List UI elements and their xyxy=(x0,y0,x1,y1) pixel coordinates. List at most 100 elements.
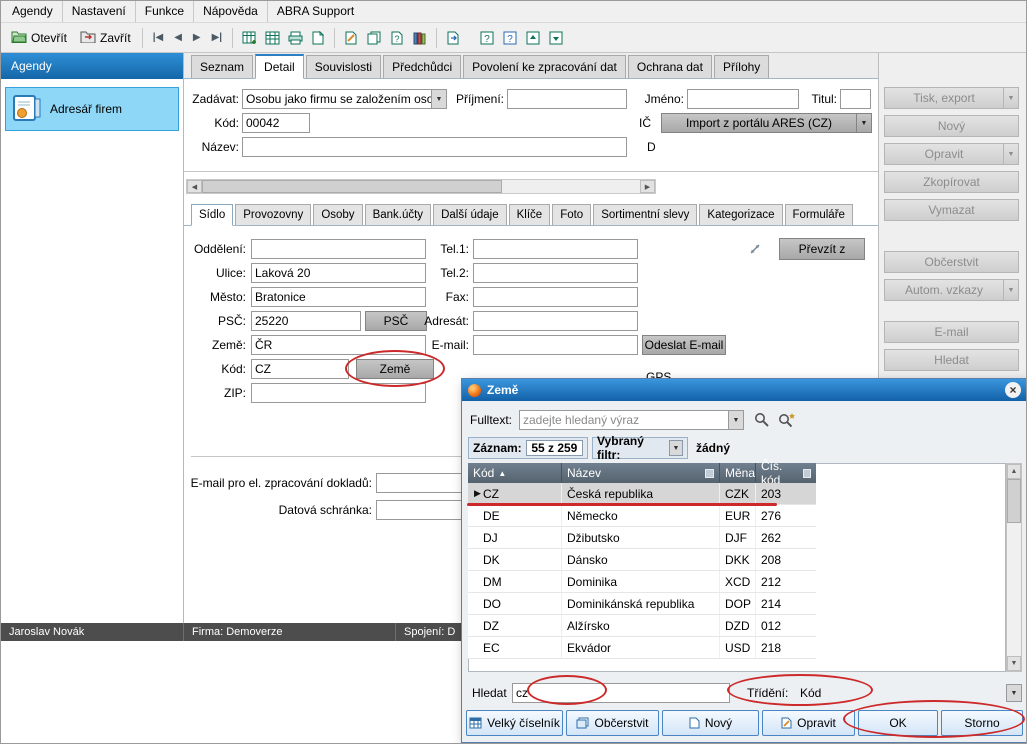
adresat-input[interactable] xyxy=(473,311,638,331)
zeme-kod-input[interactable] xyxy=(251,359,349,379)
scroll-left-icon[interactable]: ◀ xyxy=(187,180,202,193)
ok-button[interactable]: OK xyxy=(858,710,938,736)
titul-input[interactable] xyxy=(840,89,871,109)
column-header-mena[interactable]: Měna xyxy=(720,463,756,483)
subtab-kategorizace[interactable]: Kategorizace xyxy=(699,204,782,225)
close-button[interactable]: Zavřít xyxy=(74,27,137,49)
zip-input[interactable] xyxy=(251,383,426,403)
filter-selector[interactable]: Vybraný filtr: ▼ xyxy=(592,437,688,459)
odeslat-email-button[interactable]: Odeslat E-mail xyxy=(642,335,726,355)
tab-detail[interactable]: Detail xyxy=(255,54,304,79)
zeme-input[interactable] xyxy=(251,335,426,355)
table-row-de[interactable]: DE Německo EUR 276 xyxy=(468,505,816,527)
chevron-down-icon[interactable]: ▼ xyxy=(1003,144,1018,164)
jmeno-input[interactable] xyxy=(687,89,799,109)
subtab-klice[interactable]: Klíče xyxy=(509,204,551,225)
table-row-dm[interactable]: DM Dominika XCD 212 xyxy=(468,571,816,593)
frame-help-icon[interactable]: ? xyxy=(499,27,521,49)
prevzit-z-button[interactable]: Převzít z xyxy=(779,238,865,260)
menu-nastaveni[interactable]: Nastavení xyxy=(62,1,135,22)
nav-prev-button[interactable]: ◀ xyxy=(169,28,187,47)
chevron-down-icon[interactable]: ▼ xyxy=(1003,88,1018,108)
subtab-formulare[interactable]: Formuláře xyxy=(785,204,853,225)
column-header-nazev[interactable]: Název xyxy=(562,463,720,483)
new-document-icon[interactable] xyxy=(307,27,329,49)
ulice-input[interactable] xyxy=(251,263,426,283)
hledat-button[interactable]: Hledat xyxy=(884,349,1019,371)
tab-souvislosti[interactable]: Souvislosti xyxy=(306,55,381,78)
table-icon[interactable] xyxy=(261,27,283,49)
subtab-sortimentni-slevy[interactable]: Sortimentní slevy xyxy=(593,204,697,225)
nav-first-button[interactable]: |◀ xyxy=(148,28,169,47)
nav-next-button[interactable]: ▶ xyxy=(188,28,206,47)
table-row-dj[interactable]: DJ Džibutsko DJF 262 xyxy=(468,527,816,549)
scroll-right-icon[interactable]: ▶ xyxy=(640,180,655,193)
tab-predchudci[interactable]: Předchůdci xyxy=(383,55,461,78)
trideni-dropdown-icon[interactable]: ▼ xyxy=(1006,684,1022,702)
ares-import-button[interactable]: Import z portálu ARES (CZ) ▼ xyxy=(661,113,872,133)
email-input[interactable] xyxy=(473,335,638,355)
subtab-osoby[interactable]: Osoby xyxy=(313,204,362,225)
copy-document-icon[interactable] xyxy=(363,27,385,49)
table-row-ec[interactable]: EC Ekvádor USD 218 xyxy=(468,637,816,659)
subtab-dalsi-udaje[interactable]: Další údaje xyxy=(433,204,507,225)
scrollbar-track[interactable] xyxy=(1007,523,1021,656)
scrollbar-thumb[interactable] xyxy=(202,180,502,193)
dialog-opravit-button[interactable]: Opravit xyxy=(762,710,855,736)
novy-button[interactable]: Nový xyxy=(884,115,1019,137)
horizontal-scrollbar[interactable]: ◀ ▶ xyxy=(186,179,656,194)
subtab-foto[interactable]: Foto xyxy=(552,204,591,225)
tab-seznam[interactable]: Seznam xyxy=(191,55,253,78)
export-document-icon[interactable] xyxy=(442,27,464,49)
email-button[interactable]: E-mail xyxy=(884,321,1019,343)
prijmeni-input[interactable] xyxy=(507,89,627,109)
vertical-scrollbar[interactable]: ▲ ▼ xyxy=(1006,463,1022,672)
scroll-down-icon[interactable]: ▼ xyxy=(1007,656,1021,671)
menu-napoveda[interactable]: Nápověda xyxy=(193,1,267,22)
zadavat-combo[interactable]: Osobu jako firmu se založením osoby ▼ xyxy=(242,89,447,109)
search-icon[interactable] xyxy=(754,412,770,431)
menu-abra-support[interactable]: ABRA Support xyxy=(267,1,363,22)
dialog-novy-button[interactable]: Nový xyxy=(662,710,759,736)
scrollbar-track[interactable] xyxy=(502,180,640,193)
subtab-sidlo[interactable]: Sídlo xyxy=(191,204,233,226)
chevron-down-icon[interactable]: ▼ xyxy=(1003,280,1018,300)
fax-input[interactable] xyxy=(473,287,638,307)
nazev-input[interactable] xyxy=(242,137,627,157)
mesto-input[interactable] xyxy=(251,287,426,307)
zeme-lookup-button[interactable]: Země xyxy=(356,359,434,379)
hledat-input[interactable] xyxy=(512,683,730,703)
column-options-icon[interactable] xyxy=(803,469,811,478)
open-button[interactable]: Otevřít xyxy=(5,27,73,49)
chevron-down-icon[interactable]: ▼ xyxy=(728,411,743,429)
frame-question-icon[interactable]: ? xyxy=(476,27,498,49)
vymazat-button[interactable]: Vymazat xyxy=(884,199,1019,221)
nav-last-button[interactable]: ▶| xyxy=(207,28,228,47)
chevron-down-icon[interactable]: ▼ xyxy=(856,114,871,132)
tab-ochrana-dat[interactable]: Ochrana dat xyxy=(628,55,712,78)
obcerstvit-button[interactable]: Občerstvit xyxy=(884,251,1019,273)
print-icon[interactable] xyxy=(284,27,306,49)
psc-input[interactable] xyxy=(251,311,361,331)
tab-povoleni[interactable]: Povolení ke zpracování dat xyxy=(463,55,626,78)
scrollbar-thumb[interactable] xyxy=(1007,479,1021,523)
column-header-kod[interactable]: Kód▲ xyxy=(468,463,562,483)
table-row-dk[interactable]: DK Dánsko DKK 208 xyxy=(468,549,816,571)
scroll-up-icon[interactable]: ▲ xyxy=(1007,464,1021,479)
dialog-title-bar[interactable]: Země × xyxy=(462,379,1027,401)
opravit-button[interactable]: Opravit▼ xyxy=(884,143,1019,165)
diagonal-resize-icon[interactable] xyxy=(744,238,766,260)
menu-funkce[interactable]: Funkce xyxy=(135,1,193,22)
zkopirovat-button[interactable]: Zkopírovat xyxy=(884,171,1019,193)
table-row-dz[interactable]: DZ Alžírsko DZD 012 xyxy=(468,615,816,637)
table-row-do[interactable]: DO Dominikánská republika DOP 214 xyxy=(468,593,816,615)
kod-input[interactable] xyxy=(242,113,310,133)
column-header-cis-kod[interactable]: Čís. kód xyxy=(756,463,816,483)
tab-prilohy[interactable]: Přílohy xyxy=(714,55,769,78)
dialog-obcerstvit-button[interactable]: Občerstvit xyxy=(566,710,659,736)
column-options-icon[interactable] xyxy=(705,469,714,478)
autom-vzkazy-button[interactable]: Autom. vzkazy▼ xyxy=(884,279,1019,301)
chevron-down-icon[interactable]: ▼ xyxy=(669,440,683,456)
table-row-cz[interactable]: ▶CZ Česká republika CZK 203 xyxy=(468,483,816,505)
velky-ciselnik-button[interactable]: Velký číselník xyxy=(466,710,563,736)
